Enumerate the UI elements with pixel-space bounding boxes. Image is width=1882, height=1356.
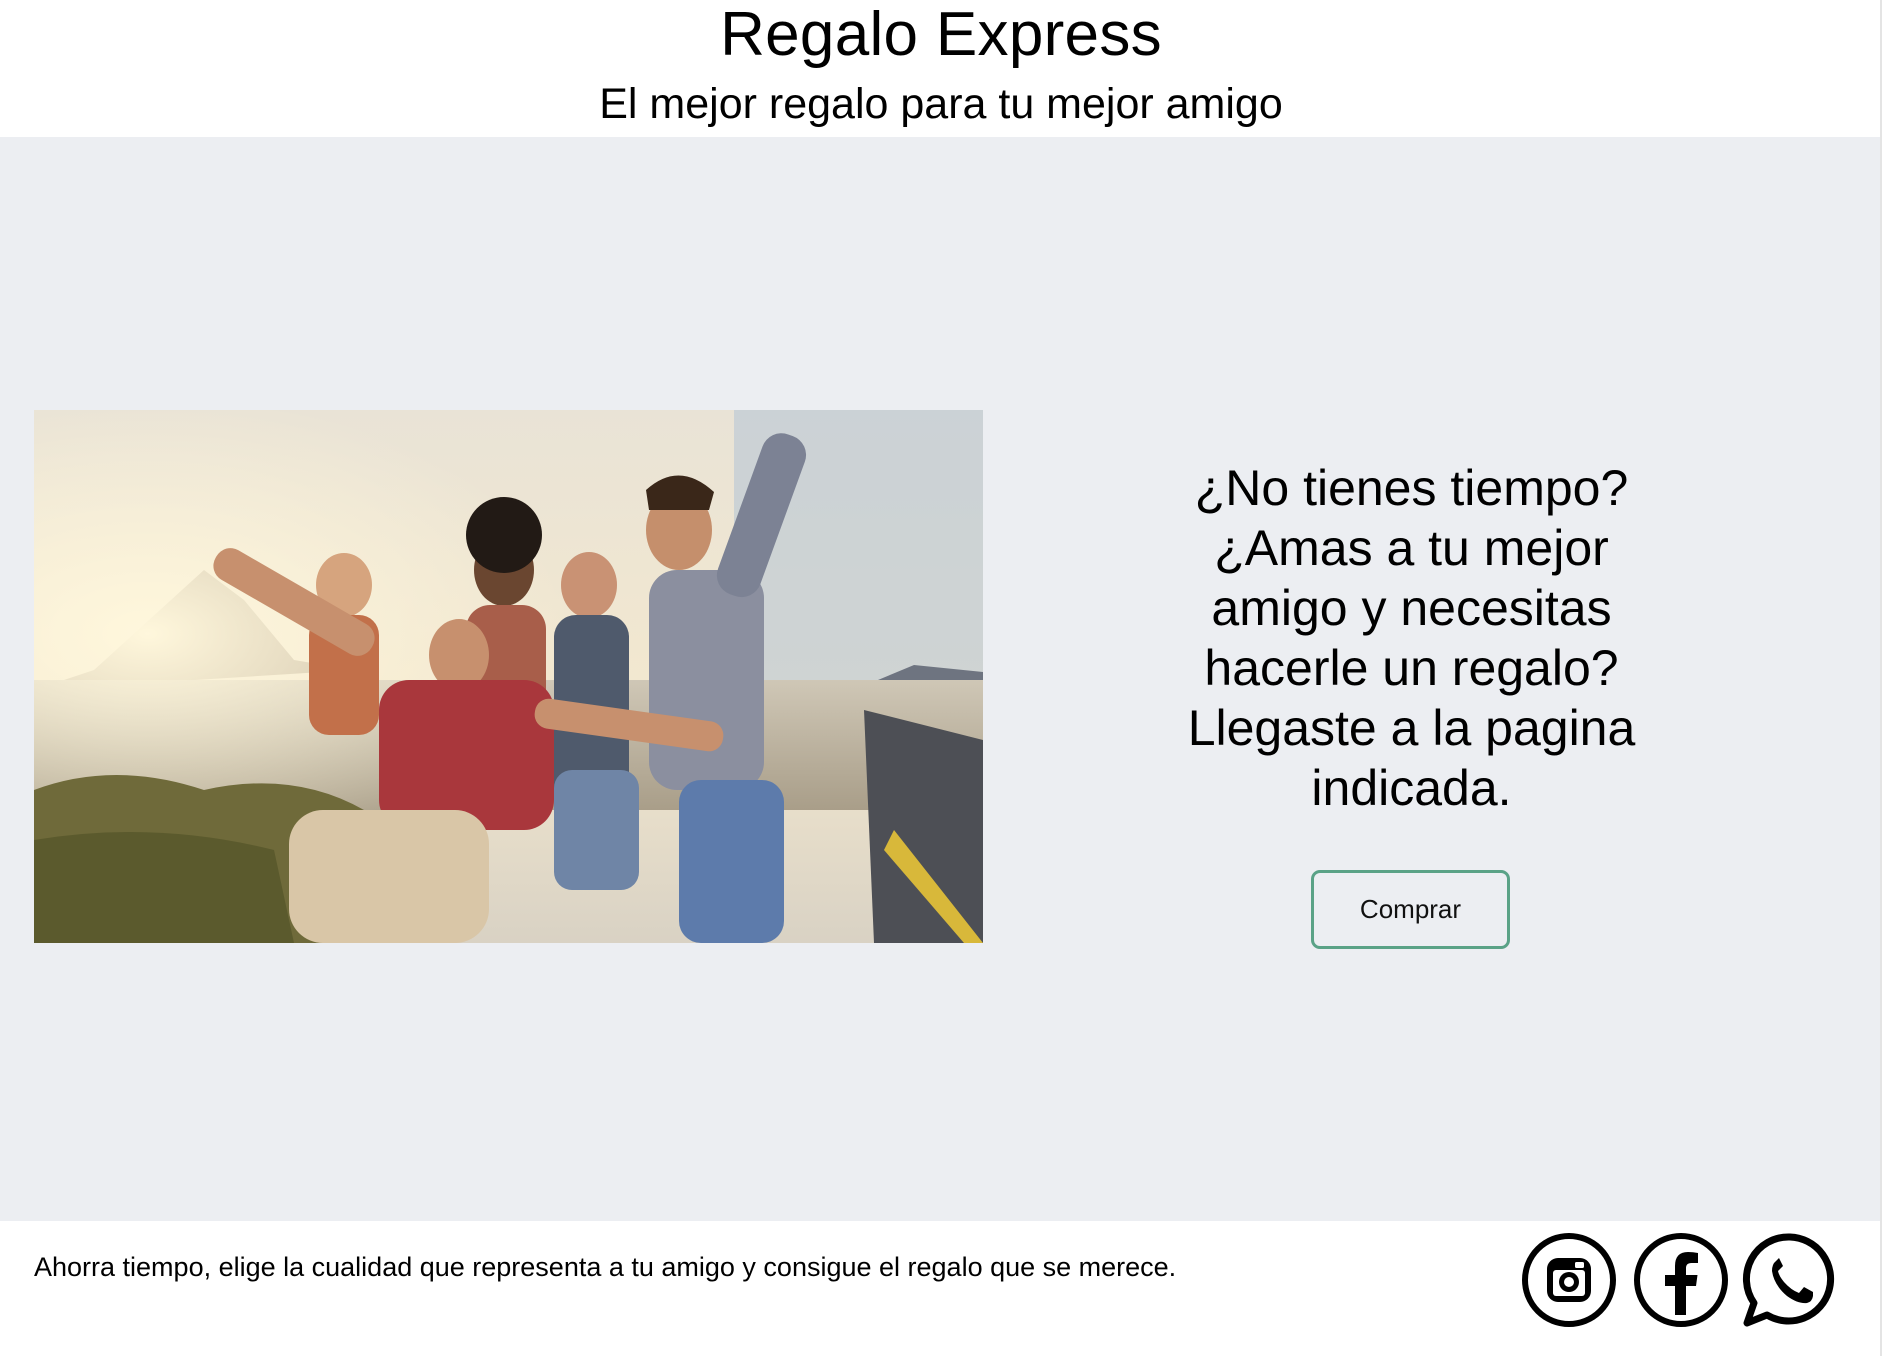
hero-line: Llegaste a la pagina	[1187, 700, 1636, 756]
instagram-icon[interactable]	[1520, 1231, 1618, 1329]
hero-line: hacerle un regalo?	[1204, 640, 1619, 696]
footer-text: Ahorra tiempo, elige la cualidad que rep…	[34, 1252, 1177, 1282]
site-title: Regalo Express	[720, 0, 1162, 69]
facebook-icon[interactable]	[1632, 1231, 1730, 1329]
site-footer: Ahorra tiempo, elige la cualidad que rep…	[0, 1221, 1880, 1356]
hero-line: ¿No tienes tiempo?	[1194, 460, 1629, 516]
hero-line: amigo y necesitas	[1211, 580, 1612, 636]
buy-button[interactable]: Comprar	[1311, 870, 1510, 949]
hero-message: ¿No tienes tiempo? ¿Amas a tu mejor amig…	[1140, 458, 1683, 818]
site-header: Regalo Express El mejor regalo para tu m…	[0, 0, 1882, 137]
site-subtitle: El mejor regalo para tu mejor amigo	[599, 80, 1283, 128]
hero-line: ¿Amas a tu mejor	[1214, 520, 1609, 576]
page: Regalo Express El mejor regalo para tu m…	[0, 0, 1882, 1356]
whatsapp-icon[interactable]	[1741, 1231, 1839, 1329]
hero-line: indicada.	[1311, 760, 1512, 816]
hero-image	[34, 410, 983, 943]
